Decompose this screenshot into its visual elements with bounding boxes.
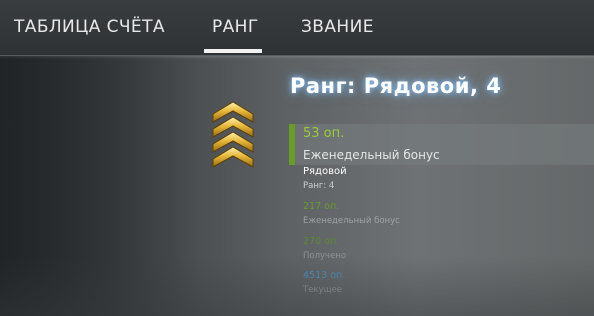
- rank-name: Рядовой: [303, 166, 347, 177]
- earned-points: 270 оп.: [303, 236, 340, 247]
- background-bottom-shade: [0, 256, 594, 316]
- highlight-label: Еженедельный бонус: [303, 148, 440, 162]
- weekly-bonus-points: 217 оп.: [303, 201, 340, 212]
- active-tab-indicator: [204, 49, 262, 53]
- current-points: 4513 оп.: [303, 270, 346, 281]
- weekly-bonus-label: Еженедельный бонус: [303, 216, 400, 226]
- highlight-points: 53 оп.: [303, 126, 345, 141]
- xp-accent-bar: [289, 124, 295, 165]
- rank-emblem-icon: [208, 100, 258, 180]
- tab-rank[interactable]: РАНГ: [212, 17, 259, 37]
- tab-scoreboard[interactable]: ТАБЛИЦА СЧЁТА: [14, 17, 165, 37]
- current-label: Текущее: [303, 285, 343, 295]
- tab-bar: ТАБЛИЦА СЧЁТА РАНГ ЗВАНИЕ: [0, 0, 594, 59]
- rank-level: Ранг: 4: [303, 181, 335, 191]
- earned-label: Получено: [303, 251, 347, 261]
- tab-title[interactable]: ЗВАНИЕ: [301, 17, 374, 37]
- rank-title: Ранг: Рядовой, 4: [290, 74, 502, 98]
